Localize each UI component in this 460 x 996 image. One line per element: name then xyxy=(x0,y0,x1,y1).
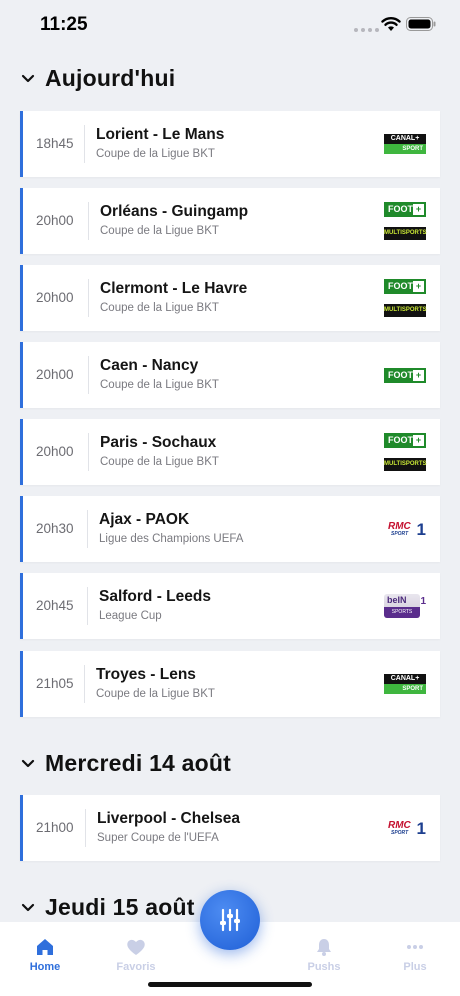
home-icon xyxy=(37,939,53,955)
match-competition: Coupe de la Ligue BKT xyxy=(100,379,219,391)
match-time: 20h00 xyxy=(36,367,74,382)
bein-sports-1-logo: beIN SPORTS 1 xyxy=(384,594,426,618)
divider xyxy=(88,279,89,317)
match-teams: Paris - Sochaux xyxy=(100,434,217,451)
match-teams: Ajax - PAOK xyxy=(99,511,190,528)
channel-logos: RMC SPORT 1 xyxy=(386,496,426,562)
match-time: 21h00 xyxy=(36,820,74,835)
channel-logos: FOOT + MULTISPORTS xyxy=(384,265,427,331)
match-card[interactable]: 20h00 Clermont - Le Havre Coupe de la Li… xyxy=(20,265,440,331)
match-competition: League Cup xyxy=(99,610,162,622)
match-teams: Orléans - Guingamp xyxy=(100,203,249,220)
section-header-wednesday[interactable]: Mercredi 14 août xyxy=(20,745,231,781)
match-card[interactable]: 20h30 Ajax - PAOK Ligue des Champions UE… xyxy=(20,496,440,562)
match-card[interactable]: 20h00 Paris - Sochaux Coupe de la Ligue … xyxy=(20,419,440,485)
heart-icon xyxy=(127,939,145,955)
match-competition: Coupe de la Ligue BKT xyxy=(96,688,215,700)
rmc-sport-1-logo: RMC SPORT 1 xyxy=(388,819,426,838)
tab-label: Pushs xyxy=(307,961,341,973)
match-card[interactable]: 21h00 Liverpool - Chelsea Super Coupe de… xyxy=(20,795,440,861)
tab-home[interactable]: Home xyxy=(10,932,80,973)
section-header-today[interactable]: Aujourd'hui xyxy=(20,60,175,96)
tab-plus[interactable]: Plus xyxy=(380,932,450,973)
status-bar: 11:25 xyxy=(0,0,460,50)
section-title: Jeudi 15 août xyxy=(45,893,195,920)
section-title: Aujourd'hui xyxy=(45,64,176,91)
channel-logos: FOOT + MULTISPORTS xyxy=(384,188,427,254)
divider xyxy=(85,809,86,847)
section-header-thursday[interactable]: Jeudi 15 août xyxy=(20,889,195,925)
canal-plus-sport-logo: CANAL+ SPORT xyxy=(384,134,426,154)
foot-plus-logo: FOOT + xyxy=(384,433,426,448)
match-competition: Coupe de la Ligue BKT xyxy=(96,148,215,160)
channel-logos: beIN SPORTS 1 xyxy=(384,573,426,639)
match-time: 20h00 xyxy=(36,290,74,305)
multisports-logo: MULTISPORTS xyxy=(384,304,427,317)
match-competition: Coupe de la Ligue BKT xyxy=(100,225,219,237)
match-competition: Ligue des Champions UEFA xyxy=(99,533,244,545)
match-card[interactable]: 18h45 Lorient - Le Mans Coupe de la Ligu… xyxy=(20,111,440,177)
match-competition: Coupe de la Ligue BKT xyxy=(100,302,219,314)
battery-icon xyxy=(406,17,436,31)
tab-pushs[interactable]: Pushs xyxy=(289,932,359,973)
match-time: 20h45 xyxy=(36,598,74,613)
divider xyxy=(88,356,89,394)
match-teams: Salford - Leeds xyxy=(99,588,211,605)
chevron-down-icon xyxy=(21,903,35,912)
chevron-down-icon xyxy=(21,74,35,83)
match-teams: Liverpool - Chelsea xyxy=(97,810,240,827)
match-time: 20h00 xyxy=(36,444,74,459)
foot-plus-logo: FOOT + xyxy=(384,202,426,217)
tab-favoris[interactable]: Favoris xyxy=(101,932,171,973)
canal-plus-sport-logo: CANAL+ SPORT xyxy=(384,674,426,694)
match-time: 20h30 xyxy=(36,521,74,536)
match-teams: Caen - Nancy xyxy=(100,357,199,374)
bell-icon xyxy=(317,939,331,956)
match-time: 18h45 xyxy=(36,136,74,151)
multisports-logo: MULTISPORTS xyxy=(384,227,427,240)
divider xyxy=(87,510,88,548)
wifi-icon xyxy=(381,17,401,31)
match-teams: Lorient - Le Mans xyxy=(96,126,225,143)
tab-label: Plus xyxy=(403,961,427,973)
match-competition: Coupe de la Ligue BKT xyxy=(100,456,219,468)
rmc-sport-1-logo: RMC SPORT 1 xyxy=(388,520,426,539)
match-teams: Clermont - Le Havre xyxy=(100,280,248,297)
tab-label: Home xyxy=(29,961,61,973)
channel-logos: CANAL+ SPORT xyxy=(384,651,426,717)
filter-button[interactable] xyxy=(200,890,260,950)
tab-label: Favoris xyxy=(116,961,156,973)
match-card[interactable]: 20h45 Salford - Leeds League Cup beIN SPO… xyxy=(20,573,440,639)
section-title: Mercredi 14 août xyxy=(45,749,231,776)
multisports-logo: MULTISPORTS xyxy=(384,458,427,471)
channel-logos: RMC SPORT 1 xyxy=(386,795,426,861)
divider xyxy=(84,665,85,703)
match-time: 20h00 xyxy=(36,213,74,228)
foot-plus-logo: FOOT + xyxy=(384,367,426,383)
match-competition: Super Coupe de l'UEFA xyxy=(97,832,219,844)
channel-logos: FOOT + MULTISPORTS xyxy=(384,419,427,485)
channel-logos: FOOT + xyxy=(384,342,426,408)
divider xyxy=(87,587,88,625)
match-card[interactable]: 20h00 Orléans - Guingamp Coupe de la Lig… xyxy=(20,188,440,254)
signal-icon xyxy=(354,28,379,32)
status-time: 11:25 xyxy=(40,14,88,35)
match-teams: Troyes - Lens xyxy=(96,666,196,683)
match-time: 21h05 xyxy=(36,676,74,691)
divider xyxy=(88,433,89,471)
match-card[interactable]: 20h00 Caen - Nancy Coupe de la Ligue BKT… xyxy=(20,342,440,408)
more-dots-icon xyxy=(407,945,423,949)
home-indicator xyxy=(148,982,312,987)
match-card[interactable]: 21h05 Troyes - Lens Coupe de la Ligue BK… xyxy=(20,651,440,717)
divider xyxy=(88,202,89,240)
chevron-down-icon xyxy=(21,759,35,768)
foot-plus-logo: FOOT + xyxy=(384,279,426,294)
divider xyxy=(84,125,85,163)
filter-sliders-icon xyxy=(220,908,240,932)
channel-logos: CANAL+ SPORT xyxy=(384,111,426,177)
